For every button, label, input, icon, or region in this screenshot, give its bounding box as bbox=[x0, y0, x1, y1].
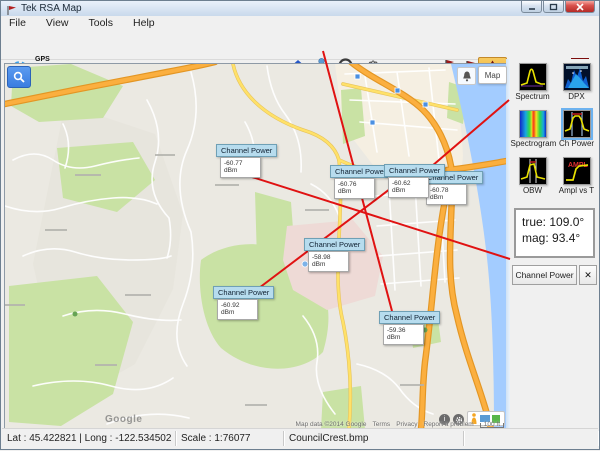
tek-rsa-map-window: { "window": { "title": "Tek RSA Map", "c… bbox=[0, 0, 600, 450]
callout-value: -59.36 bbox=[387, 327, 421, 334]
notification-bell-icon[interactable] bbox=[457, 67, 476, 85]
true-bearing-value: 109.0° bbox=[549, 215, 584, 229]
true-bearing-label: true: bbox=[522, 215, 546, 229]
attribution-map-data: Map data ©2014 Google bbox=[296, 421, 367, 428]
measurement-button-dpx[interactable]: DPX bbox=[555, 63, 599, 101]
callout-body: -60.92dBm bbox=[217, 299, 258, 320]
active-measurement-button[interactable]: Channel Power bbox=[512, 265, 577, 285]
attribution-terms[interactable]: Terms bbox=[372, 421, 390, 428]
callout-title[interactable]: Channel Power bbox=[216, 144, 277, 157]
status-position: Lat : 45.422821 | Long : -122.534502 bbox=[2, 431, 176, 446]
status-scale: Scale : 1:76077 bbox=[176, 431, 284, 446]
map-tiles bbox=[5, 64, 507, 429]
callout-title[interactable]: Channel Power bbox=[213, 286, 274, 299]
menu-view[interactable]: View bbox=[44, 17, 71, 29]
mag-bearing-label: mag: bbox=[522, 231, 549, 245]
spectrogram-icon bbox=[519, 110, 547, 138]
measurement-label: Ampl vs T bbox=[555, 186, 599, 195]
channel-power-callout[interactable]: Channel Power-60.92dBm bbox=[213, 286, 274, 320]
maximize-button[interactable] bbox=[543, 1, 564, 13]
callout-title[interactable]: Channel Power bbox=[379, 311, 440, 324]
measurement-label: Spectrum bbox=[511, 92, 555, 101]
measurement-label: DPX bbox=[555, 92, 599, 101]
map-attribution: Map data ©2014 Google Terms Privacy Repo… bbox=[296, 421, 504, 428]
callout-body: -60.62dBm bbox=[388, 177, 429, 198]
callout-body: -60.76dBm bbox=[334, 178, 375, 199]
callout-unit: dBm bbox=[312, 261, 346, 268]
callout-body: -60.77dBm bbox=[220, 157, 261, 178]
minimize-button[interactable] bbox=[521, 1, 542, 13]
callout-value: -60.62 bbox=[392, 180, 426, 187]
callout-title[interactable]: Channel Power bbox=[384, 164, 445, 177]
measurement-label: OBW bbox=[511, 186, 555, 195]
channel-power-callout[interactable]: Channel Power-58.98dBm bbox=[304, 238, 365, 272]
callout-title[interactable]: Channel Power bbox=[304, 238, 365, 251]
channel-power-callout[interactable]: Channel Power-60.62dBm bbox=[384, 164, 445, 198]
ampl-vs-t-icon: AMPL bbox=[563, 157, 591, 185]
window-title: Tek RSA Map bbox=[21, 3, 82, 14]
measurement-label: Spectrogram bbox=[511, 139, 555, 148]
measurement-button-obw[interactable]: OBW bbox=[511, 157, 555, 195]
title-bar: Tek RSA Map bbox=[1, 1, 599, 17]
measurement-sidebar: SpectrumDPXSpectrogramCh PowerOBWAMPLAmp… bbox=[510, 59, 599, 429]
callout-unit: dBm bbox=[392, 187, 426, 194]
gps-label: GPS bbox=[35, 56, 50, 63]
toolbar: GPS bbox=[1, 29, 599, 60]
status-bar: Lat : 45.422821 | Long : -122.534502 Sca… bbox=[2, 428, 598, 448]
callout-body: -58.98dBm bbox=[308, 251, 349, 272]
map-type-button[interactable]: Map bbox=[478, 66, 507, 84]
menu-tools[interactable]: Tools bbox=[87, 17, 116, 29]
measurement-grid: SpectrumDPXSpectrogramCh PowerOBWAMPLAmp… bbox=[510, 59, 599, 195]
map-canvas[interactable]: Map i Google Map data ©2014 Google Terms… bbox=[4, 63, 508, 430]
obw-icon bbox=[519, 157, 547, 185]
measurement-button-ampl-vs-t[interactable]: AMPLAmpl vs T bbox=[555, 157, 599, 195]
menu-help[interactable]: Help bbox=[131, 17, 157, 29]
callout-unit: dBm bbox=[387, 334, 421, 341]
channel-power-callout[interactable]: Channel Power-59.36dBm bbox=[379, 311, 440, 345]
menu-bar: File View Tools Help bbox=[1, 16, 599, 29]
measurement-button-ch-power[interactable]: Ch Power bbox=[555, 110, 599, 148]
google-logo: Google bbox=[105, 414, 142, 425]
callout-value: -60.77 bbox=[224, 160, 258, 167]
measurement-button-spectrogram[interactable]: Spectrogram bbox=[511, 110, 555, 148]
bearing-readout: true: 109.0° mag: 93.4° bbox=[514, 208, 595, 258]
close-button[interactable] bbox=[565, 1, 595, 13]
callout-body: -59.36dBm bbox=[383, 324, 424, 345]
measurement-label: Ch Power bbox=[555, 139, 599, 148]
map-search-button[interactable] bbox=[7, 66, 31, 88]
status-empty bbox=[464, 431, 598, 446]
callout-value: -60.92 bbox=[221, 302, 255, 309]
callout-unit: dBm bbox=[224, 167, 258, 174]
spectrum-icon bbox=[519, 63, 547, 91]
channel-power-callout[interactable]: Channel Power-60.76dBm bbox=[330, 165, 391, 199]
attribution-privacy[interactable]: Privacy bbox=[396, 421, 417, 428]
status-filename: CouncilCrest.bmp bbox=[284, 431, 464, 446]
callout-unit: dBm bbox=[221, 309, 255, 316]
callout-value: -58.98 bbox=[312, 254, 346, 261]
callout-title[interactable]: Channel Power bbox=[330, 165, 391, 178]
measurement-button-spectrum[interactable]: Spectrum bbox=[511, 63, 555, 101]
channel-power-callout[interactable]: Channel Power-60.77dBm bbox=[216, 144, 277, 178]
mag-bearing-value: 93.4° bbox=[552, 231, 580, 245]
attribution-report[interactable]: Report a problem bbox=[424, 421, 474, 428]
dpx-icon bbox=[563, 63, 591, 91]
callout-unit: dBm bbox=[338, 188, 372, 195]
menu-file[interactable]: File bbox=[7, 17, 28, 29]
ch-power-icon bbox=[563, 110, 591, 138]
callout-value: -60.76 bbox=[338, 181, 372, 188]
close-measurement-icon[interactable]: ✕ bbox=[579, 265, 597, 285]
